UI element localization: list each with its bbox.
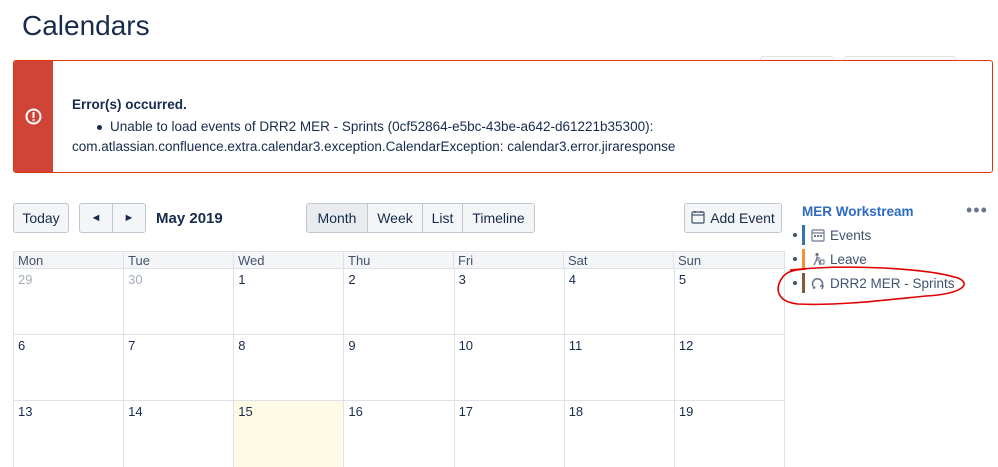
error-bar xyxy=(14,61,53,172)
error-item: Unable to load events of DRR2 MER - Spri… xyxy=(72,117,682,157)
day-cell[interactable]: 9 xyxy=(344,335,455,400)
day-cell[interactable]: 18 xyxy=(565,401,675,467)
weekday-label: Mon xyxy=(14,252,124,269)
view-timeline-button[interactable]: Timeline xyxy=(463,203,535,233)
subcalendar-item-events[interactable]: Events xyxy=(793,224,988,246)
day-cell[interactable]: 4 xyxy=(565,269,675,334)
subcalendar-label: Events xyxy=(830,227,872,243)
day-cell[interactable]: 13 xyxy=(14,401,125,467)
day-cell[interactable]: 14 xyxy=(124,401,235,467)
error-icon xyxy=(25,108,42,125)
month-calendar-grid: Mon Tue Wed Thu Fri Sat Sun 29 30 1 2 3 … xyxy=(13,251,785,467)
weekday-label: Fri xyxy=(454,252,564,269)
day-cell[interactable]: 30 xyxy=(124,269,235,334)
day-cell[interactable]: 29 xyxy=(14,269,125,334)
day-cell[interactable]: 2 xyxy=(344,269,455,334)
day-cell[interactable]: 11 xyxy=(565,335,675,400)
day-cell[interactable]: 7 xyxy=(124,335,235,400)
current-month-label: May 2019 xyxy=(156,210,223,227)
bullet xyxy=(793,257,797,261)
error-title: Error(s) occurred. xyxy=(72,97,187,112)
weekday-label: Tue xyxy=(124,252,234,269)
leave-icon xyxy=(811,252,825,266)
day-cell[interactable]: 5 xyxy=(675,269,785,334)
weekday-label: Wed xyxy=(234,252,344,269)
weekday-label: Sat xyxy=(564,252,674,269)
weekday-label: Thu xyxy=(344,252,454,269)
calendar-week: 6 7 8 9 10 11 12 xyxy=(13,335,785,401)
error-list: Unable to load events of DRR2 MER - Spri… xyxy=(72,117,682,157)
view-switcher: Month Week List Timeline xyxy=(306,203,535,233)
view-month-button[interactable]: Month xyxy=(306,203,368,233)
subcalendar-label: Leave xyxy=(830,251,867,267)
day-cell[interactable]: 3 xyxy=(455,269,565,334)
calendar-week: 13 14 15 16 17 18 19 xyxy=(13,401,785,467)
day-cell[interactable]: 17 xyxy=(455,401,565,467)
add-event-label: Add Event xyxy=(710,210,775,226)
arrow-right-icon: ► xyxy=(123,212,135,224)
next-month-button[interactable]: ► xyxy=(112,203,146,233)
bullet xyxy=(793,233,797,237)
error-message-line1: Unable to load events of DRR2 MER - Spri… xyxy=(110,119,654,134)
weekday-label: Sun xyxy=(678,253,702,268)
day-cell[interactable]: 19 xyxy=(675,401,785,467)
day-cell[interactable]: 6 xyxy=(14,335,125,400)
calendar-name-link[interactable]: MER Workstream xyxy=(802,204,914,219)
day-cell[interactable]: 8 xyxy=(234,335,345,400)
subcalendar-color-bar xyxy=(802,225,805,245)
view-list-button[interactable]: List xyxy=(423,203,463,233)
day-cell-today[interactable]: 15 xyxy=(234,401,345,467)
arrow-left-icon: ◄ xyxy=(90,212,102,224)
add-event-button[interactable]: Add Event xyxy=(684,203,782,233)
previous-month-button[interactable]: ◄ xyxy=(79,203,113,233)
more-options-icon[interactable]: ••• xyxy=(966,200,988,221)
error-message-panel: Error(s) occurred. Unable to load events… xyxy=(13,60,993,173)
view-week-button[interactable]: Week xyxy=(368,203,423,233)
weekday-header: Mon Tue Wed Thu Fri Sat Sun xyxy=(13,251,785,269)
day-cell[interactable]: 12 xyxy=(675,335,785,400)
day-cell[interactable]: 16 xyxy=(344,401,455,467)
calendar-week: 29 30 1 2 3 4 5 xyxy=(13,269,785,335)
calendar-icon xyxy=(691,210,710,227)
day-cell[interactable]: 10 xyxy=(455,335,565,400)
page-title: Calendars xyxy=(22,10,150,41)
red-highlight-annotation xyxy=(777,266,965,306)
error-message-line2: com.atlassian.confluence.extra.calendar3… xyxy=(72,139,676,154)
today-button[interactable]: Today xyxy=(13,203,69,233)
day-cell[interactable]: 1 xyxy=(234,269,345,334)
calendar-icon xyxy=(811,228,825,242)
